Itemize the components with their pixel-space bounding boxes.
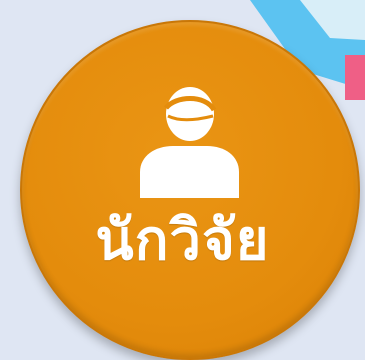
button-label: นักวิจัย xyxy=(95,208,270,273)
user-icon xyxy=(140,87,239,198)
